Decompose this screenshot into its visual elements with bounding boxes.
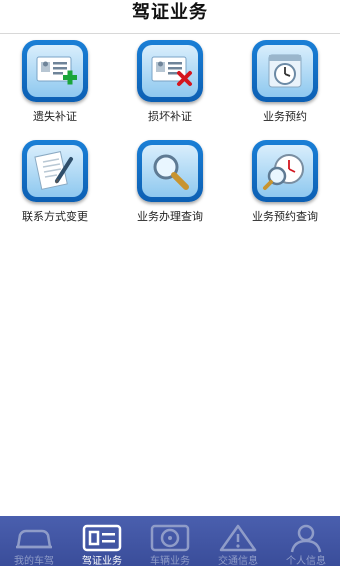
tab-label: 个人信息: [286, 556, 326, 567]
tile-appointment-query[interactable]: 业务预约查询: [230, 140, 340, 224]
tile-label: 业务办理查询: [137, 210, 203, 223]
tile-lost-license[interactable]: 遗失补证: [0, 40, 110, 124]
title-bar: 驾证业务: [0, 0, 340, 34]
calendar-clock-icon: [252, 40, 318, 102]
tab-label: 交通信息: [218, 556, 258, 567]
tile-label: 联系方式变更: [22, 210, 88, 223]
tab-personal-info[interactable]: 个人信息: [272, 516, 340, 567]
tab-traffic-info[interactable]: 交通信息: [204, 516, 272, 567]
tile-label: 业务预约: [263, 110, 307, 123]
car-icon: [14, 522, 54, 554]
tile-appointment[interactable]: 业务预约: [230, 40, 340, 124]
document-edit-icon: [22, 140, 88, 202]
tab-label: 驾证业务: [82, 556, 122, 567]
id-card-delete-icon: [137, 40, 203, 102]
tile-label: 损坏补证: [148, 110, 192, 123]
clock-search-icon: [252, 140, 318, 202]
tab-license-business[interactable]: 驾证业务: [68, 516, 136, 567]
user-icon: [286, 522, 326, 554]
id-card-plus-icon: [22, 40, 88, 102]
steering-wheel-icon: [150, 522, 190, 554]
magnifier-icon: [137, 140, 203, 202]
page-title: 驾证业务: [132, 1, 208, 23]
tile-contact-change[interactable]: 联系方式变更: [0, 140, 110, 224]
tile-label: 遗失补证: [33, 110, 77, 123]
tile-damaged-license[interactable]: 损坏补证: [115, 40, 225, 124]
bottom-tab-bar: 我的车驾 驾证业务 车辆业务 交通信息 个人信息: [0, 516, 340, 567]
tab-vehicle-business[interactable]: 车辆业务: [136, 516, 204, 567]
tile-business-query[interactable]: 业务办理查询: [115, 140, 225, 224]
tab-label: 我的车驾: [14, 556, 54, 567]
warning-triangle-icon: [218, 522, 258, 554]
tile-label: 业务预约查询: [252, 210, 318, 223]
license-icon: [82, 522, 122, 554]
tab-label: 车辆业务: [150, 556, 190, 567]
tab-my-vehicle[interactable]: 我的车驾: [0, 516, 68, 567]
